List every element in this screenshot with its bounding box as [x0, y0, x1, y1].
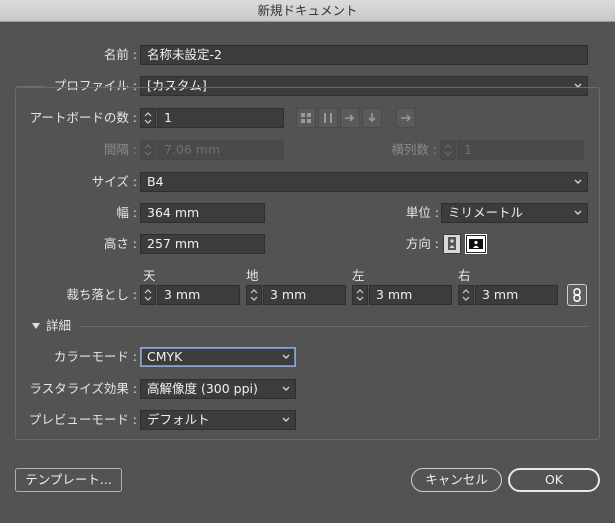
width-label: 幅 : — [116, 205, 137, 220]
height-label: 高さ : — [103, 236, 137, 251]
stepper-arrows-icon — [462, 289, 470, 301]
raster-effects-select[interactable]: 高解像度 (300 ppi) — [140, 379, 296, 399]
chevron-down-icon — [574, 210, 582, 215]
chevron-down-icon — [282, 354, 290, 359]
stepper-arrows-icon — [144, 112, 152, 124]
size-value: B4 — [147, 174, 164, 189]
bleed-right-input[interactable]: 3 mm — [475, 285, 558, 305]
stepper-arrows-icon — [250, 289, 258, 301]
chevron-down-icon — [574, 179, 582, 184]
arrange-column-icon — [368, 113, 376, 123]
document-name-input[interactable]: 名称未設定-2 — [140, 45, 588, 65]
right-to-left-layout-button[interactable] — [396, 108, 416, 128]
bleed-bottom-label: 地 — [246, 268, 259, 283]
units-select[interactable]: ミリメートル — [441, 203, 588, 223]
grid-by-column-icon — [324, 113, 332, 123]
units-label: 単位 : — [405, 205, 439, 220]
bleed-bottom-input[interactable]: 3 mm — [263, 285, 346, 305]
artboards-label: アートボードの数 : — [29, 110, 137, 125]
stepper-arrows-icon — [444, 144, 452, 156]
columns-label: 横列数 : — [391, 142, 437, 157]
stepper-arrows-icon — [144, 144, 152, 156]
raster-effects-label: ラスタライズ効果 : — [29, 381, 137, 396]
spacing-label: 間隔 : — [103, 142, 137, 157]
dialog-title: 新規ドキュメント — [0, 0, 615, 22]
bleed-label: 裁ち落とし : — [66, 287, 137, 302]
spacing-input[interactable]: 7.06 mm — [157, 140, 284, 160]
preview-mode-select[interactable]: デフォルト — [140, 410, 296, 430]
artboards-count-input[interactable]: 1 — [157, 108, 284, 128]
arrange-row-icon — [345, 114, 355, 122]
arrange-by-column-button[interactable] — [362, 108, 382, 128]
bleed-left-label: 左 — [352, 268, 365, 283]
ok-button[interactable]: OK — [508, 468, 600, 492]
size-select[interactable]: B4 — [140, 172, 588, 192]
color-mode-select[interactable]: CMYK — [140, 347, 296, 367]
color-mode-value: CMYK — [147, 349, 183, 364]
orientation-label: 方向 : — [405, 236, 439, 251]
new-document-dialog: 新規ドキュメント 名前 : 名称未設定-2 プロファイル : [カスタム] アー… — [0, 0, 615, 523]
chain-link-icon — [573, 288, 581, 302]
bleed-right-stepper[interactable] — [458, 285, 474, 305]
grid-by-row-button[interactable] — [296, 108, 316, 128]
portrait-orientation-button[interactable] — [443, 234, 461, 254]
bleed-link-button[interactable] — [567, 284, 587, 306]
name-label: 名前 : — [103, 47, 137, 62]
chevron-down-icon — [282, 386, 290, 391]
templates-button[interactable]: テンプレート... — [15, 468, 122, 492]
color-mode-label: カラーモード : — [53, 349, 137, 364]
arrange-by-row-button[interactable] — [340, 108, 360, 128]
portrait-icon — [448, 237, 456, 250]
chevron-down-icon — [282, 417, 290, 422]
bleed-top-stepper[interactable] — [140, 285, 156, 305]
disclosure-triangle-icon[interactable] — [31, 321, 41, 331]
stepper-arrows-icon — [356, 289, 364, 301]
bleed-top-label: 天 — [143, 268, 156, 283]
cancel-button[interactable]: キャンセル — [411, 468, 502, 492]
height-input[interactable]: 257 mm — [140, 234, 265, 254]
landscape-icon — [469, 239, 483, 249]
preview-mode-value: デフォルト — [147, 412, 210, 427]
landscape-orientation-button[interactable] — [465, 234, 487, 254]
width-input[interactable]: 364 mm — [140, 203, 265, 223]
arrow-right-icon — [401, 114, 411, 122]
advanced-label[interactable]: 詳細 — [46, 316, 71, 336]
grid-by-column-button[interactable] — [318, 108, 338, 128]
preview-mode-label: プレビューモード : — [28, 412, 137, 427]
columns-input[interactable]: 1 — [457, 140, 584, 160]
bleed-left-stepper[interactable] — [352, 285, 368, 305]
bleed-bottom-stepper[interactable] — [246, 285, 262, 305]
bleed-top-input[interactable]: 3 mm — [157, 285, 240, 305]
advanced-separator — [80, 326, 588, 327]
stepper-arrows-icon — [144, 289, 152, 301]
bleed-right-label: 右 — [458, 268, 471, 283]
size-label: サイズ : — [91, 174, 137, 189]
units-value: ミリメートル — [448, 205, 524, 220]
bleed-left-input[interactable]: 3 mm — [369, 285, 452, 305]
columns-stepper[interactable] — [440, 140, 456, 160]
artboards-stepper[interactable] — [140, 108, 156, 128]
raster-effects-value: 高解像度 (300 ppi) — [147, 381, 258, 396]
grid-by-row-icon — [301, 113, 311, 123]
spacing-stepper[interactable] — [140, 140, 156, 160]
